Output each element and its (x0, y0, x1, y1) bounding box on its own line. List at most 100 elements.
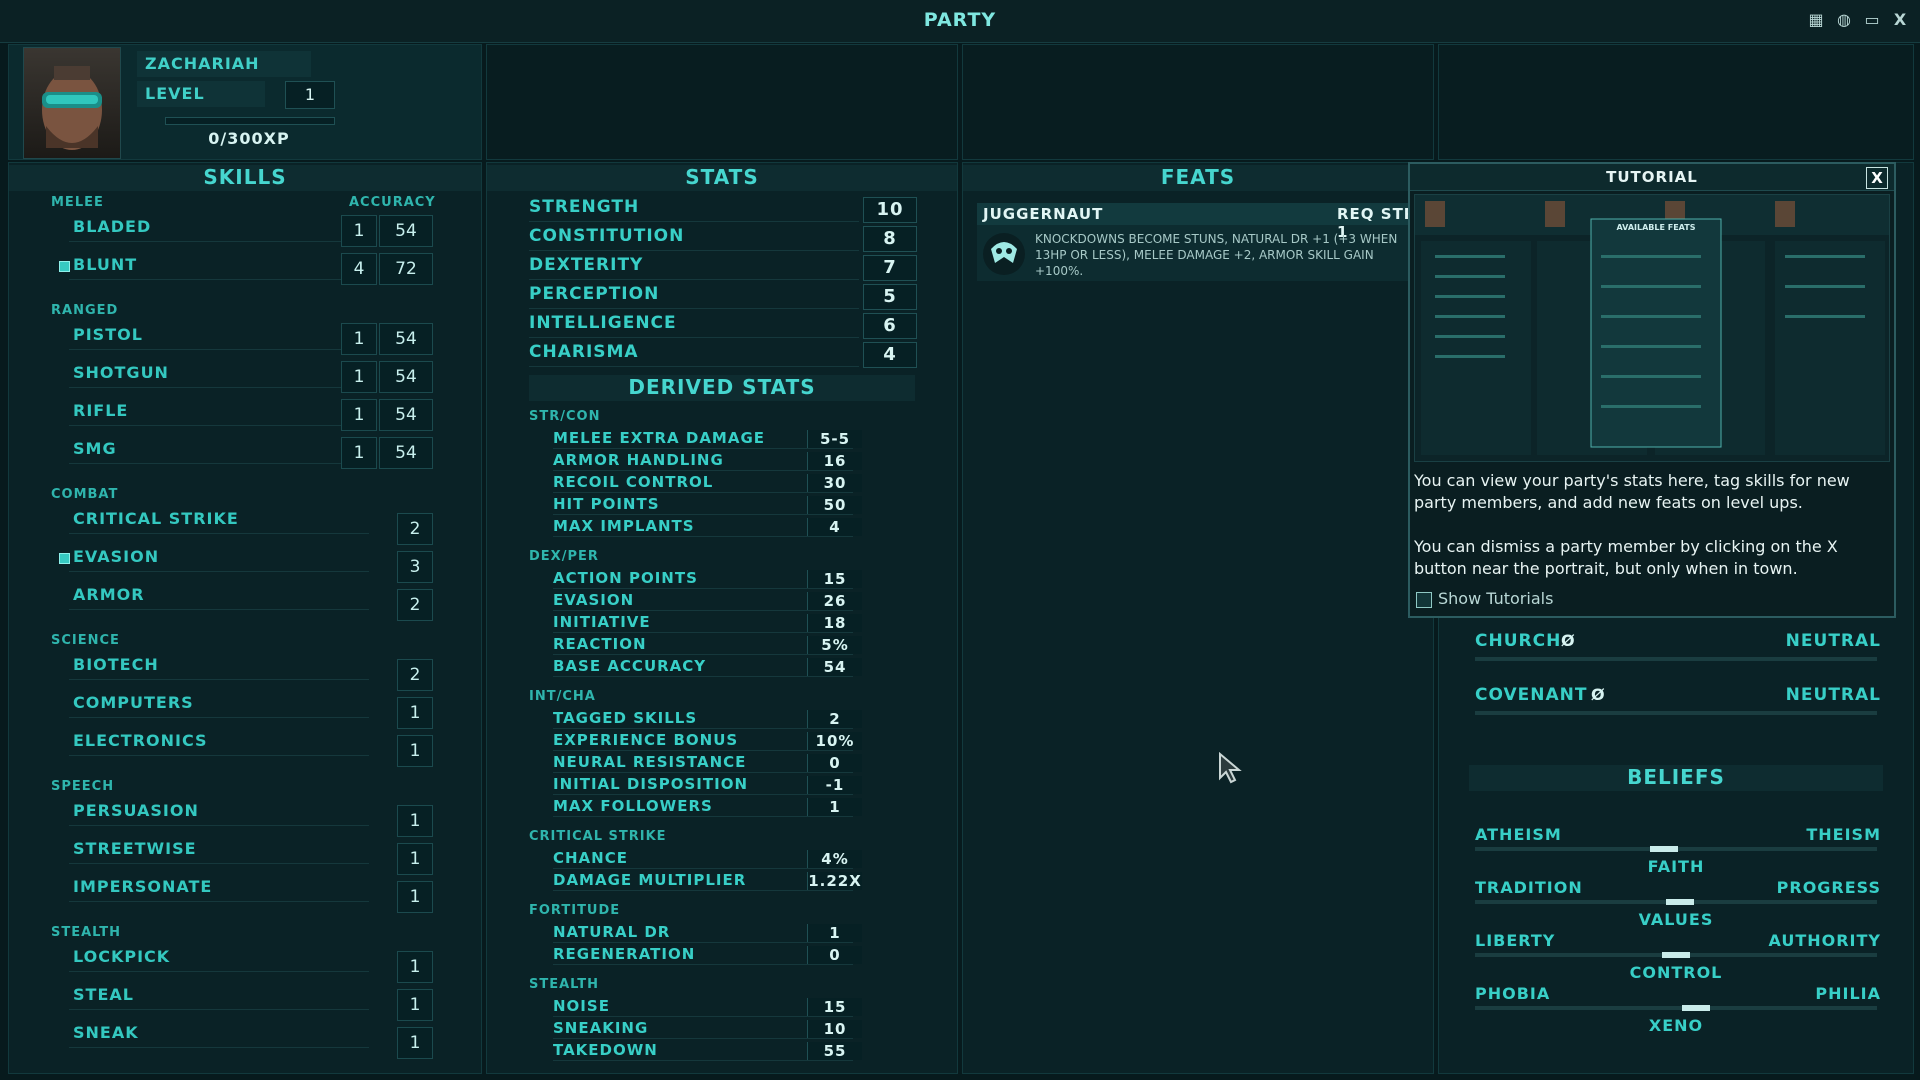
skill-label[interactable]: ARMOR (73, 585, 145, 604)
derived-category: DEX/PER (529, 549, 599, 564)
derived-category: FORTITUDE (529, 903, 621, 918)
skill-label[interactable]: STEAL (73, 985, 134, 1004)
skill-label[interactable]: BLUNT (73, 255, 137, 274)
skill-underline (69, 279, 369, 280)
skill-accuracy: 54 (379, 437, 433, 469)
derived-value: 10 (807, 1020, 862, 1038)
belief-axis-name: VALUES (1638, 910, 1714, 929)
skill-category: STEALTH (51, 925, 122, 940)
tutorial-preview-image (1415, 195, 1889, 455)
skill-label[interactable]: COMPUTERS (73, 693, 194, 712)
skill-underline (69, 609, 369, 610)
level-label: LEVEL (137, 81, 265, 107)
skill-accuracy: 72 (379, 253, 433, 285)
belief-marker[interactable] (1666, 899, 1694, 905)
derived-label: REACTION (553, 635, 647, 653)
show-tutorials-label[interactable]: Show Tutorials (1438, 589, 1553, 608)
skill-underline (69, 825, 369, 826)
calendar-icon[interactable]: ▦ (1806, 10, 1826, 30)
skill-label[interactable]: ELECTRONICS (73, 731, 208, 750)
skill-label[interactable]: RIFLE (73, 401, 128, 420)
close-icon[interactable]: X (1890, 10, 1910, 30)
stat-value: 7 (863, 255, 917, 281)
party-slot-3[interactable] (962, 44, 1434, 160)
derived-underline (553, 588, 853, 589)
belief-left-label: LIBERTY (1475, 931, 1556, 950)
derived-label: REGENERATION (553, 945, 696, 963)
stat-label: CONSTITUTION (529, 226, 685, 246)
derived-value: 54 (807, 658, 862, 676)
stat-value: 4 (863, 342, 917, 368)
mouse-cursor-icon (1218, 751, 1244, 788)
derived-label: CHANCE (553, 849, 628, 867)
skill-value: 2 (397, 659, 433, 691)
belief-left-label: PHOBIA (1475, 984, 1551, 1003)
derived-underline (553, 676, 853, 677)
skill-label[interactable]: BLADED (73, 217, 151, 236)
derived-label: TAKEDOWN (553, 1041, 658, 1059)
derived-stats-title: DERIVED STATS (529, 375, 915, 401)
derived-underline (553, 514, 853, 515)
monitor-icon[interactable]: ▭ (1862, 10, 1882, 30)
derived-underline (553, 448, 853, 449)
derived-label: ARMOR HANDLING (553, 451, 724, 469)
tutorial-close-button[interactable]: X (1866, 167, 1888, 189)
skill-label[interactable]: PISTOL (73, 325, 143, 344)
belief-marker[interactable] (1650, 846, 1678, 852)
derived-underline (553, 964, 853, 965)
skill-category: RANGED (51, 303, 119, 318)
skill-label[interactable]: PERSUASION (73, 801, 199, 820)
derived-value: 15 (807, 998, 862, 1016)
derived-value: 50 (807, 496, 862, 514)
show-tutorials-checkbox[interactable] (1416, 592, 1432, 608)
skill-label[interactable]: STREETWISE (73, 839, 197, 858)
skill-label[interactable]: EVASION (73, 547, 159, 566)
skill-label[interactable]: CRITICAL STRIKE (73, 509, 239, 528)
character-name[interactable]: ZACHARIAH (137, 51, 311, 77)
skill-value: 1 (397, 951, 433, 983)
skill-underline (69, 717, 369, 718)
faction-name[interactable]: CHURCH (1475, 631, 1561, 651)
skill-underline (69, 679, 369, 680)
skill-value: 1 (397, 989, 433, 1021)
party-slot-2[interactable] (486, 44, 958, 160)
derived-value: 55 (807, 1042, 862, 1060)
belief-right-label: PHILIA (1815, 984, 1881, 1003)
feat-card[interactable]: JUGGERNAUT REQ STR 1 KNOCKDOWNS BECOME S… (977, 203, 1417, 281)
derived-underline (553, 632, 853, 633)
portrait[interactable] (23, 47, 121, 159)
skill-value: 2 (397, 513, 433, 545)
derived-value: 30 (807, 474, 862, 492)
skill-underline (69, 349, 369, 350)
stat-label: STRENGTH (529, 197, 640, 217)
derived-label: DAMAGE MULTIPLIER (553, 871, 747, 889)
belief-marker[interactable] (1682, 1005, 1710, 1011)
skill-label[interactable]: SNEAK (73, 1023, 139, 1042)
skill-value: 1 (341, 215, 377, 247)
brain-icon[interactable]: ◍ (1834, 10, 1854, 30)
skill-label[interactable]: LOCKPICK (73, 947, 170, 966)
skill-label[interactable]: SMG (73, 439, 117, 458)
skill-accuracy: 54 (379, 361, 433, 393)
derived-underline (553, 536, 853, 537)
skill-label[interactable]: IMPERSONATE (73, 877, 212, 896)
tagged-marker (59, 261, 70, 272)
stat-label: INTELLIGENCE (529, 313, 677, 333)
belief-marker[interactable] (1662, 952, 1690, 958)
derived-label: INITIAL DISPOSITION (553, 775, 749, 793)
party-slot-4[interactable] (1438, 44, 1914, 160)
skill-label[interactable]: BIOTECH (73, 655, 159, 674)
derived-label: HIT POINTS (553, 495, 660, 513)
skill-underline (69, 863, 369, 864)
derived-underline (553, 942, 853, 943)
faction-name[interactable]: COVENANT (1475, 685, 1587, 705)
derived-label: NATURAL DR (553, 923, 671, 941)
stats-title: STATS (487, 165, 957, 191)
derived-underline (553, 868, 853, 869)
skill-label[interactable]: SHOTGUN (73, 363, 169, 382)
faction-status: NEUTRAL (1785, 685, 1881, 705)
stat-value: 6 (863, 313, 917, 339)
skill-value: 1 (341, 323, 377, 355)
stat-underline (529, 221, 859, 222)
faction-bar (1475, 711, 1877, 715)
